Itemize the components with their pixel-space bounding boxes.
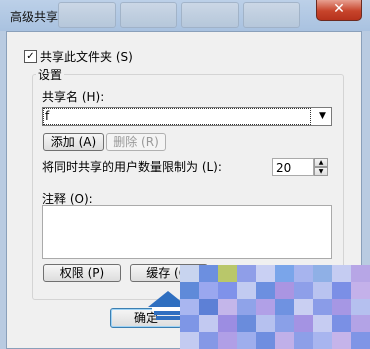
permissions-button[interactable]: 权限 (P) [43, 264, 121, 282]
share-name-combobox[interactable]: f ▼ [42, 107, 332, 126]
dropdown-arrow-icon[interactable]: ▼ [314, 108, 331, 125]
spin-up-icon[interactable]: ▲ [314, 158, 328, 167]
mosaic-watermark [180, 265, 370, 349]
settings-legend: 设置 [36, 66, 65, 83]
share-name-value: f [45, 109, 50, 123]
share-name-label: 共享名 (H): [42, 90, 105, 104]
remove-button[interactable]: 删除 (R) [106, 133, 166, 151]
check-icon: ✓ [26, 51, 35, 62]
share-folder-checkbox[interactable]: ✓ [24, 50, 37, 63]
user-limit-label: 将同时共享的用户数量限制为 (L): [42, 160, 222, 174]
selection-focus-rect [43, 108, 311, 125]
add-button[interactable]: 添加 (A) [43, 133, 104, 151]
comment-textarea[interactable] [42, 205, 332, 259]
close-button[interactable]: ✕ [316, 0, 362, 21]
user-limit-input[interactable]: 20 [272, 158, 314, 176]
spin-down-icon[interactable]: ▼ [314, 167, 328, 176]
window-title: 高级共享 [10, 10, 59, 24]
share-folder-label: 共享此文件夹 (S) [40, 50, 133, 64]
user-limit-spinner[interactable]: ▲ ▼ [314, 158, 328, 176]
background-window-tabs [58, 2, 300, 28]
